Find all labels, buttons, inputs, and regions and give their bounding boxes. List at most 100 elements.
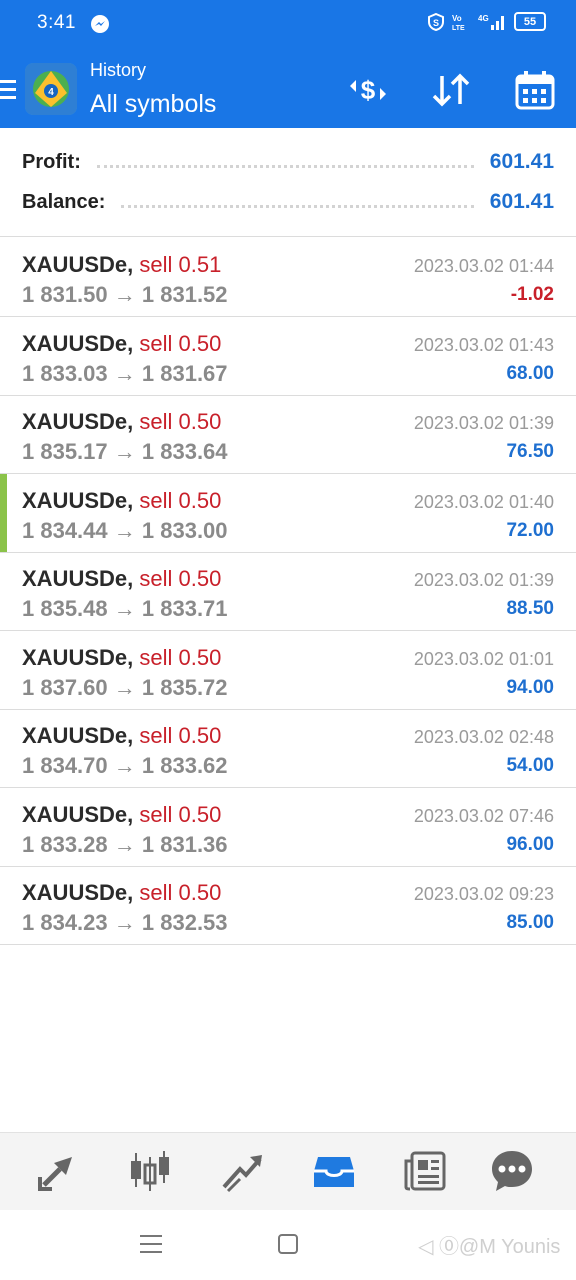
deal-prices: 1 835.48 → 1 833.71 bbox=[22, 596, 228, 622]
bottom-navigation bbox=[0, 1132, 576, 1211]
selection-marker bbox=[0, 473, 7, 552]
quotes-icon[interactable] bbox=[34, 1147, 82, 1195]
dot-leader bbox=[121, 204, 474, 208]
trade-icon[interactable] bbox=[218, 1147, 266, 1195]
deal-prices: 1 834.23 → 1 832.53 bbox=[22, 910, 228, 936]
deal-symbol: XAUUSDe, bbox=[22, 252, 134, 277]
deal-profit: 76.50 bbox=[506, 441, 554, 462]
deal-prices: 1 831.50 → 1 831.52 bbox=[22, 282, 228, 308]
currency-exchange-icon[interactable]: $ bbox=[346, 68, 390, 112]
deal-row[interactable]: XAUUSDe, sell 0.50 1 833.03 → 1 831.67 202… bbox=[0, 317, 576, 396]
status-time: 3:41 bbox=[37, 12, 76, 33]
deal-time: 2023.03.02 01:43 bbox=[413, 334, 554, 355]
deal-row[interactable]: XAUUSDe, sell 0.50 1 834.44 → 1 833.00 202… bbox=[0, 473, 576, 553]
deal-open-price: 1 834.44 bbox=[22, 517, 108, 543]
battery-icon: 55 bbox=[514, 12, 546, 31]
profit-row: Profit: 601.41 bbox=[22, 142, 554, 182]
deal-row[interactable]: XAUUSDe, sell 0.50 1 835.48 → 1 833.71 202… bbox=[0, 552, 576, 631]
arrow-icon: → bbox=[113, 674, 136, 700]
messenger-icon bbox=[91, 15, 109, 33]
signal-icon: 4G bbox=[478, 14, 504, 30]
deal-profit: 94.00 bbox=[506, 676, 554, 698]
chart-icon[interactable] bbox=[126, 1147, 174, 1195]
deal-close-price: 1 831.67 bbox=[141, 360, 228, 386]
deal-symbol-line: XAUUSDe, sell 0.50 bbox=[22, 488, 221, 514]
home-icon[interactable] bbox=[278, 1234, 298, 1254]
deal-symbol-line: XAUUSDe, sell 0.50 bbox=[22, 409, 221, 435]
deal-close-price: 1 835.72 bbox=[141, 674, 228, 700]
svg-text:S: S bbox=[433, 18, 439, 28]
deal-prices: 1 835.17 → 1 833.64 bbox=[22, 439, 228, 465]
deal-profit: 68.00 bbox=[506, 362, 554, 384]
balance-label: Balance: bbox=[22, 190, 106, 213]
deal-time: 2023.03.02 07:46 bbox=[413, 805, 554, 826]
deal-symbol-line: XAUUSDe, sell 0.50 bbox=[22, 331, 221, 357]
news-icon[interactable] bbox=[402, 1147, 450, 1195]
deal-row[interactable]: XAUUSDe, sell 0.50 1 835.17 → 1 833.64 202… bbox=[0, 395, 576, 474]
deal-close-price: 1 832.53 bbox=[141, 910, 228, 935]
calendar-icon[interactable] bbox=[513, 68, 557, 112]
deal-symbol-line: XAUUSDe, sell 0.50 bbox=[22, 645, 221, 671]
recent-apps-icon[interactable] bbox=[140, 1234, 162, 1254]
sort-icon[interactable] bbox=[429, 68, 473, 112]
history-summary: Profit: 601.41 Balance: 601.41 bbox=[0, 128, 576, 237]
deal-side: sell 0.50 bbox=[139, 487, 222, 513]
deal-symbol: XAUUSDe, bbox=[22, 330, 134, 356]
menu-icon[interactable] bbox=[0, 80, 16, 100]
deal-side: sell 0.50 bbox=[139, 330, 222, 356]
deal-side: sell 0.50 bbox=[139, 723, 222, 748]
deal-time: 2023.03.02 01:44 bbox=[413, 256, 554, 276]
deal-symbol-line: XAUUSDe, sell 0.51 bbox=[22, 252, 221, 278]
deal-side: sell 0.51 bbox=[139, 252, 222, 277]
deal-prices: 1 834.44 → 1 833.00 bbox=[22, 518, 228, 544]
arrow-icon: → bbox=[113, 517, 136, 543]
deal-close-price: 1 833.71 bbox=[141, 596, 228, 621]
shield-icon: S bbox=[428, 12, 444, 31]
deal-symbol-line: XAUUSDe, sell 0.50 bbox=[22, 566, 221, 592]
deal-side: sell 0.50 bbox=[139, 801, 222, 827]
deal-open-price: 1 835.48 bbox=[22, 596, 108, 621]
deal-symbol: XAUUSDe, bbox=[22, 880, 134, 905]
deal-row[interactable]: XAUUSDe, sell 0.50 1 837.60 → 1 835.72 202… bbox=[0, 631, 576, 710]
deal-row[interactable]: XAUUSDe, sell 0.50 1 833.28 → 1 831.36 202… bbox=[0, 788, 576, 867]
profit-label: Profit: bbox=[22, 150, 81, 173]
deal-close-price: 1 831.52 bbox=[141, 282, 228, 307]
deal-side: sell 0.50 bbox=[139, 409, 222, 434]
deal-row[interactable]: XAUUSDe, sell 0.50 1 834.23 → 1 832.53 202… bbox=[0, 866, 576, 945]
profit-value: 601.41 bbox=[489, 150, 554, 173]
deal-profit: 85.00 bbox=[506, 912, 554, 933]
deal-prices: 1 833.03 → 1 831.67 bbox=[22, 361, 228, 387]
app-title[interactable]: All symbols bbox=[90, 90, 216, 119]
deal-row[interactable]: XAUUSDe, sell 0.50 1 834.70 → 1 833.62 202… bbox=[0, 709, 576, 788]
deal-time: 2023.03.02 01:39 bbox=[413, 413, 554, 433]
arrow-icon: → bbox=[113, 360, 136, 386]
deal-open-price: 1 834.70 bbox=[22, 753, 108, 778]
deal-symbol-line: XAUUSDe, sell 0.50 bbox=[22, 723, 221, 749]
chat-icon[interactable] bbox=[488, 1147, 536, 1195]
deal-close-price: 1 833.00 bbox=[141, 517, 228, 543]
deal-open-price: 1 835.17 bbox=[22, 439, 108, 464]
arrow-icon: → bbox=[113, 282, 136, 307]
deal-close-price: 1 831.36 bbox=[141, 831, 228, 857]
deal-side: sell 0.50 bbox=[139, 566, 222, 591]
svg-text:LTE: LTE bbox=[452, 25, 465, 31]
deal-time: 2023.03.02 01:40 bbox=[413, 491, 554, 512]
history-icon[interactable] bbox=[310, 1147, 358, 1195]
deal-profit: 72.00 bbox=[506, 519, 554, 541]
deal-row[interactable]: XAUUSDe, sell 0.51 1 831.50 → 1 831.52 202… bbox=[0, 238, 576, 317]
svg-text:$: $ bbox=[361, 75, 376, 105]
top-bar: 3:41 S Vo LTE 4G 55 4 History All symbol… bbox=[0, 0, 576, 128]
deal-symbol: XAUUSDe, bbox=[22, 723, 134, 748]
deal-prices: 1 837.60 → 1 835.72 bbox=[22, 675, 228, 701]
deal-open-price: 1 833.28 bbox=[22, 831, 108, 857]
deal-symbol: XAUUSDe, bbox=[22, 409, 134, 434]
deal-time: 2023.03.02 02:48 bbox=[413, 727, 554, 747]
arrow-icon: → bbox=[113, 831, 136, 857]
deal-open-price: 1 834.23 bbox=[22, 910, 108, 935]
app-logo-icon: 4 bbox=[25, 63, 77, 115]
deal-symbol: XAUUSDe, bbox=[22, 487, 134, 513]
arrow-icon: → bbox=[113, 439, 136, 464]
deal-close-price: 1 833.64 bbox=[141, 439, 228, 464]
deal-symbol: XAUUSDe, bbox=[22, 801, 134, 827]
deal-side: sell 0.50 bbox=[139, 644, 222, 670]
